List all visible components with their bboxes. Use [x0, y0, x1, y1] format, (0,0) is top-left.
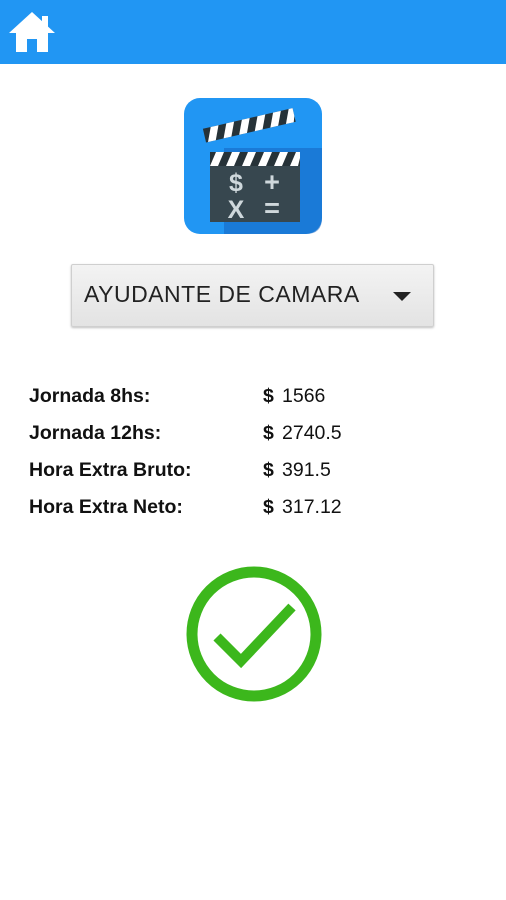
rate-label: Hora Extra Bruto: — [29, 459, 192, 481]
rate-row-jornada-8hs: Jornada 8hs: $ 1566 — [29, 382, 469, 419]
home-icon — [9, 12, 55, 52]
rate-value: 2740.5 — [282, 422, 342, 444]
svg-text:X: X — [228, 196, 245, 224]
rate-value: 1566 — [282, 385, 326, 407]
rate-value: 391.5 — [282, 459, 331, 481]
rate-row-hora-extra-bruto: Hora Extra Bruto: $ 391.5 — [29, 456, 469, 493]
svg-text:$: $ — [229, 169, 243, 197]
dropdown-selected-value: AYUDANTE DE CAMARA — [84, 281, 360, 307]
app-logo: $ + X = — [184, 96, 324, 236]
currency-symbol: $ — [263, 459, 274, 481]
rate-label: Hora Extra Neto: — [29, 496, 183, 518]
home-button[interactable] — [4, 6, 60, 58]
app-bar — [0, 0, 506, 64]
rate-value: 317.12 — [282, 496, 342, 518]
rates-list: Jornada 8hs: $ 1566 Jornada 12hs: $ 2740… — [29, 382, 469, 530]
currency-symbol: $ — [263, 496, 274, 518]
rate-row-jornada-12hs: Jornada 12hs: $ 2740.5 — [29, 419, 469, 456]
rate-label: Jornada 8hs: — [29, 385, 151, 407]
svg-text:=: = — [264, 193, 280, 223]
job-role-dropdown[interactable]: AYUDANTE DE CAMARA — [71, 264, 434, 327]
currency-symbol: $ — [263, 385, 274, 407]
rate-label: Jornada 12hs: — [29, 422, 162, 444]
clapperboard-calculator-icon: $ + X = — [184, 98, 322, 234]
confirm-status — [184, 565, 324, 705]
rate-row-hora-extra-neto: Hora Extra Neto: $ 317.12 — [29, 493, 469, 530]
dropdown-arrow-icon — [393, 292, 411, 301]
checkmark-circle-icon — [186, 566, 322, 702]
currency-symbol: $ — [263, 422, 274, 444]
